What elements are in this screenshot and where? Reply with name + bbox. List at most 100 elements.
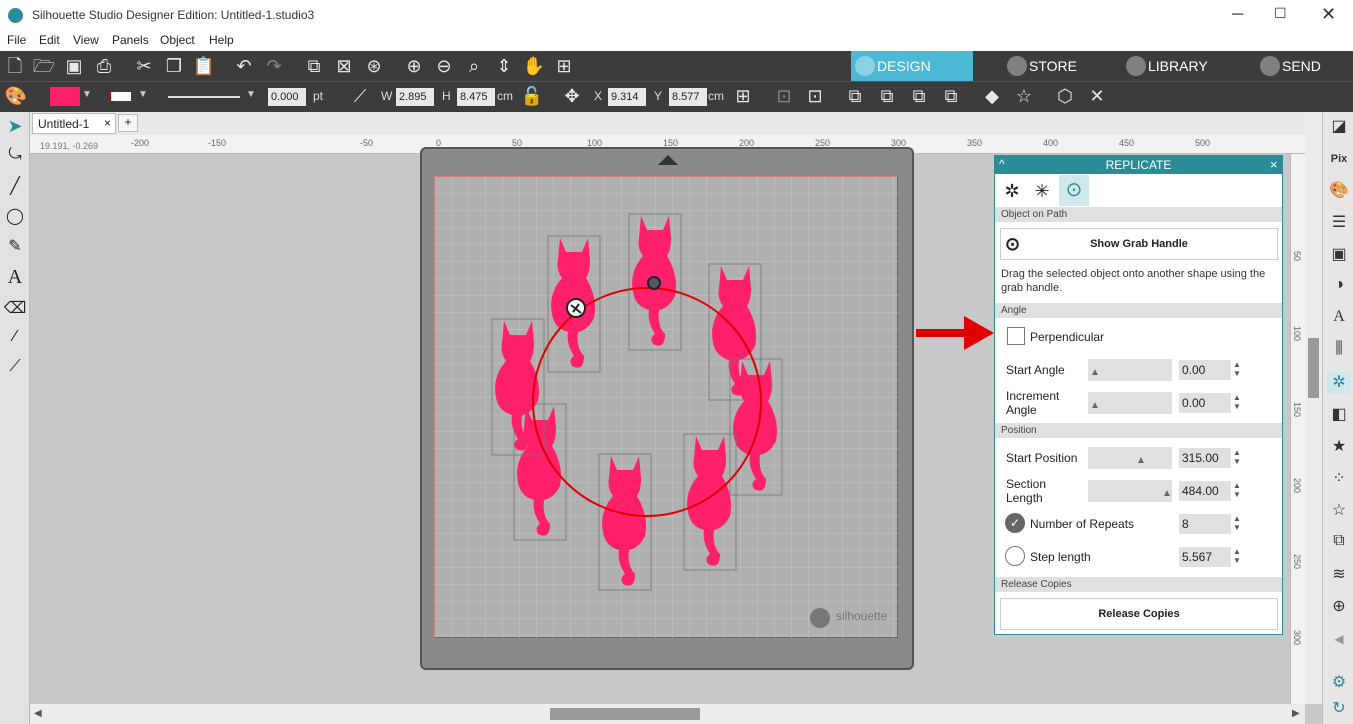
save-icon[interactable]: ▣ xyxy=(62,56,86,76)
select-arrow-icon[interactable]: ➤ xyxy=(0,116,30,140)
modify-panel-icon[interactable]: ◧ xyxy=(1327,404,1351,426)
width-input[interactable]: 2.895 xyxy=(396,88,434,106)
menu-help[interactable]: Help xyxy=(209,33,234,47)
section-length-slider[interactable]: ▲ xyxy=(1088,480,1172,502)
line-style-preview[interactable] xyxy=(168,96,240,98)
sync-icon[interactable]: ↻ xyxy=(1327,698,1351,720)
zoom-out-icon[interactable]: ⊖ xyxy=(432,56,456,76)
start-angle-input[interactable]: 0.00 xyxy=(1179,360,1231,380)
fill-color-swatch[interactable] xyxy=(50,87,80,106)
number-of-repeats-input[interactable]: 8 xyxy=(1179,514,1231,534)
doc-tab-close-icon[interactable]: × xyxy=(104,116,111,130)
cut-icon[interactable]: ✂ xyxy=(132,56,156,76)
pan-hand-icon[interactable]: ✋ xyxy=(522,56,546,76)
panel-collapse-icon[interactable]: ^ xyxy=(999,157,1005,171)
line-color-dropdown-icon[interactable]: ▼ xyxy=(138,89,148,100)
number-of-repeats-radio[interactable]: ✓ xyxy=(1005,513,1025,533)
replicate-options-icon[interactable]: ✲ xyxy=(999,176,1025,206)
eraser-tool-icon[interactable]: ⌫ xyxy=(0,298,30,318)
horizontal-scroll-thumb[interactable] xyxy=(550,708,700,720)
line-style-panel-icon[interactable]: ☰ xyxy=(1327,212,1351,234)
ungroup-icon[interactable]: ⊠ xyxy=(332,56,356,76)
fit-screen-icon[interactable]: ⊞ xyxy=(552,56,576,76)
weld-icon[interactable]: ⧉ xyxy=(843,86,867,106)
number-of-repeats-spinner[interactable]: ▲ ▼ xyxy=(1233,514,1241,532)
start-position-spinner[interactable]: ▲ ▼ xyxy=(1233,448,1241,466)
subtract-icon[interactable]: ⧉ xyxy=(875,86,899,106)
open-folder-icon[interactable]: 🗁 xyxy=(32,56,56,76)
text-style-icon[interactable]: A xyxy=(1327,308,1351,330)
line-style-dropdown-icon[interactable]: ▼ xyxy=(246,89,256,100)
edit-points-icon[interactable]: ⤿ xyxy=(0,146,30,164)
page-setup-icon[interactable]: ◪ xyxy=(1327,116,1351,138)
menu-object[interactable]: Object xyxy=(160,33,195,47)
section-length-input[interactable]: 484.00 xyxy=(1179,481,1231,501)
pixscan-icon[interactable]: Pix xyxy=(1327,148,1351,170)
minimize-button[interactable]: ─ xyxy=(1232,6,1243,24)
step-length-input[interactable]: 5.567 xyxy=(1179,547,1231,567)
horizontal-scrollbar[interactable]: ◀ ▶ xyxy=(30,704,1305,724)
tab-design[interactable]: DESIGN xyxy=(851,51,973,81)
show-grab-handle-button[interactable]: ⊙ Show Grab Handle xyxy=(1000,228,1278,260)
start-angle-slider[interactable]: ▲ xyxy=(1088,359,1172,381)
globe-icon[interactable]: ⊕ xyxy=(1327,596,1351,618)
trace-panel-icon[interactable]: ▣ xyxy=(1327,244,1351,266)
eyedropper-tool-icon[interactable]: ⟋ xyxy=(0,358,30,376)
x-input[interactable]: 9.314 xyxy=(608,88,646,106)
pencil-tool-icon[interactable]: ✎ xyxy=(0,236,30,256)
increment-angle-slider[interactable]: ▲ xyxy=(1088,392,1172,414)
collapse-panel-icon[interactable]: ◀ xyxy=(1327,632,1351,654)
menu-view[interactable]: View xyxy=(73,33,99,47)
paste-icon[interactable]: 📋 xyxy=(192,56,216,76)
zoom-select-icon[interactable]: ⌕ xyxy=(462,56,486,76)
ellipse-tool-icon[interactable]: ◯ xyxy=(0,206,30,226)
add-tab-button[interactable]: + xyxy=(118,114,138,132)
transparency-icon[interactable]: ◑ xyxy=(1327,276,1351,298)
start-position-input[interactable]: 315.00 xyxy=(1179,448,1231,468)
sketch-icon[interactable]: ≋ xyxy=(1327,564,1351,586)
maximize-button[interactable]: ☐ xyxy=(1274,5,1287,22)
menu-file[interactable]: File xyxy=(7,33,26,47)
tab-store[interactable]: STORE xyxy=(1003,51,1103,81)
undo-icon[interactable]: ↶ xyxy=(232,56,256,76)
knife-tool-icon[interactable]: ∕ xyxy=(0,328,30,346)
align-panel-icon[interactable]: ⫼ xyxy=(1327,340,1351,362)
line-width-input[interactable]: 0.000 xyxy=(268,88,306,106)
palette-icon[interactable]: 🎨 xyxy=(4,86,28,106)
tab-send[interactable]: SEND xyxy=(1256,51,1346,81)
close-x-icon[interactable]: ✕ xyxy=(1085,86,1109,106)
shapes-icon[interactable]: ◆ xyxy=(980,86,1004,106)
menu-edit[interactable]: Edit xyxy=(39,33,60,47)
copy-icon[interactable]: ❐ xyxy=(162,56,186,76)
close-window-button[interactable]: ✕ xyxy=(1321,4,1336,25)
group-icon[interactable]: ⧉ xyxy=(302,56,326,76)
path-start-point-icon[interactable] xyxy=(647,276,661,290)
replicate-custom-icon[interactable]: ✳ xyxy=(1029,176,1055,206)
3d-box-icon[interactable]: ⬡ xyxy=(1053,86,1077,106)
fit-page-icon[interactable]: ⇕ xyxy=(492,56,516,76)
start-angle-spinner[interactable]: ▲ ▼ xyxy=(1233,360,1241,378)
fill-panel-icon[interactable]: 🎨 xyxy=(1327,180,1351,202)
start-position-slider[interactable]: ▲ xyxy=(1088,447,1172,469)
vertical-scrollbar[interactable] xyxy=(1305,112,1322,704)
object-on-path-icon[interactable]: ⊙ xyxy=(1059,175,1089,206)
step-length-radio[interactable] xyxy=(1005,546,1025,566)
release-copies-button[interactable]: Release Copies xyxy=(1000,598,1278,630)
tab-library[interactable]: LIBRARY xyxy=(1122,51,1232,81)
star-outline-icon[interactable]: ☆ xyxy=(1327,500,1351,522)
intersect-icon[interactable]: ⧉ xyxy=(907,86,931,106)
new-file-icon[interactable]: 🗋 xyxy=(3,56,27,76)
layers-icon[interactable]: ⧉ xyxy=(1327,532,1351,554)
section-length-spinner[interactable]: ▲ ▼ xyxy=(1233,481,1241,499)
zoom-in-icon[interactable]: ⊕ xyxy=(402,56,426,76)
scroll-left-icon[interactable]: ◀ xyxy=(34,708,42,719)
print-icon[interactable]: ⎙ xyxy=(92,56,116,76)
compound-icon[interactable]: ⊛ xyxy=(362,56,386,76)
increment-angle-spinner[interactable]: ▲ ▼ xyxy=(1233,393,1241,411)
panel-close-icon[interactable]: × xyxy=(1270,157,1278,172)
height-input[interactable]: 8.475 xyxy=(457,88,495,106)
perpendicular-checkbox[interactable] xyxy=(1007,327,1025,345)
star-icon[interactable]: ☆ xyxy=(1012,86,1036,106)
anchor-grid-icon[interactable]: ⊞ xyxy=(731,86,755,106)
replicate-panel-icon[interactable]: ✲ xyxy=(1327,372,1351,394)
